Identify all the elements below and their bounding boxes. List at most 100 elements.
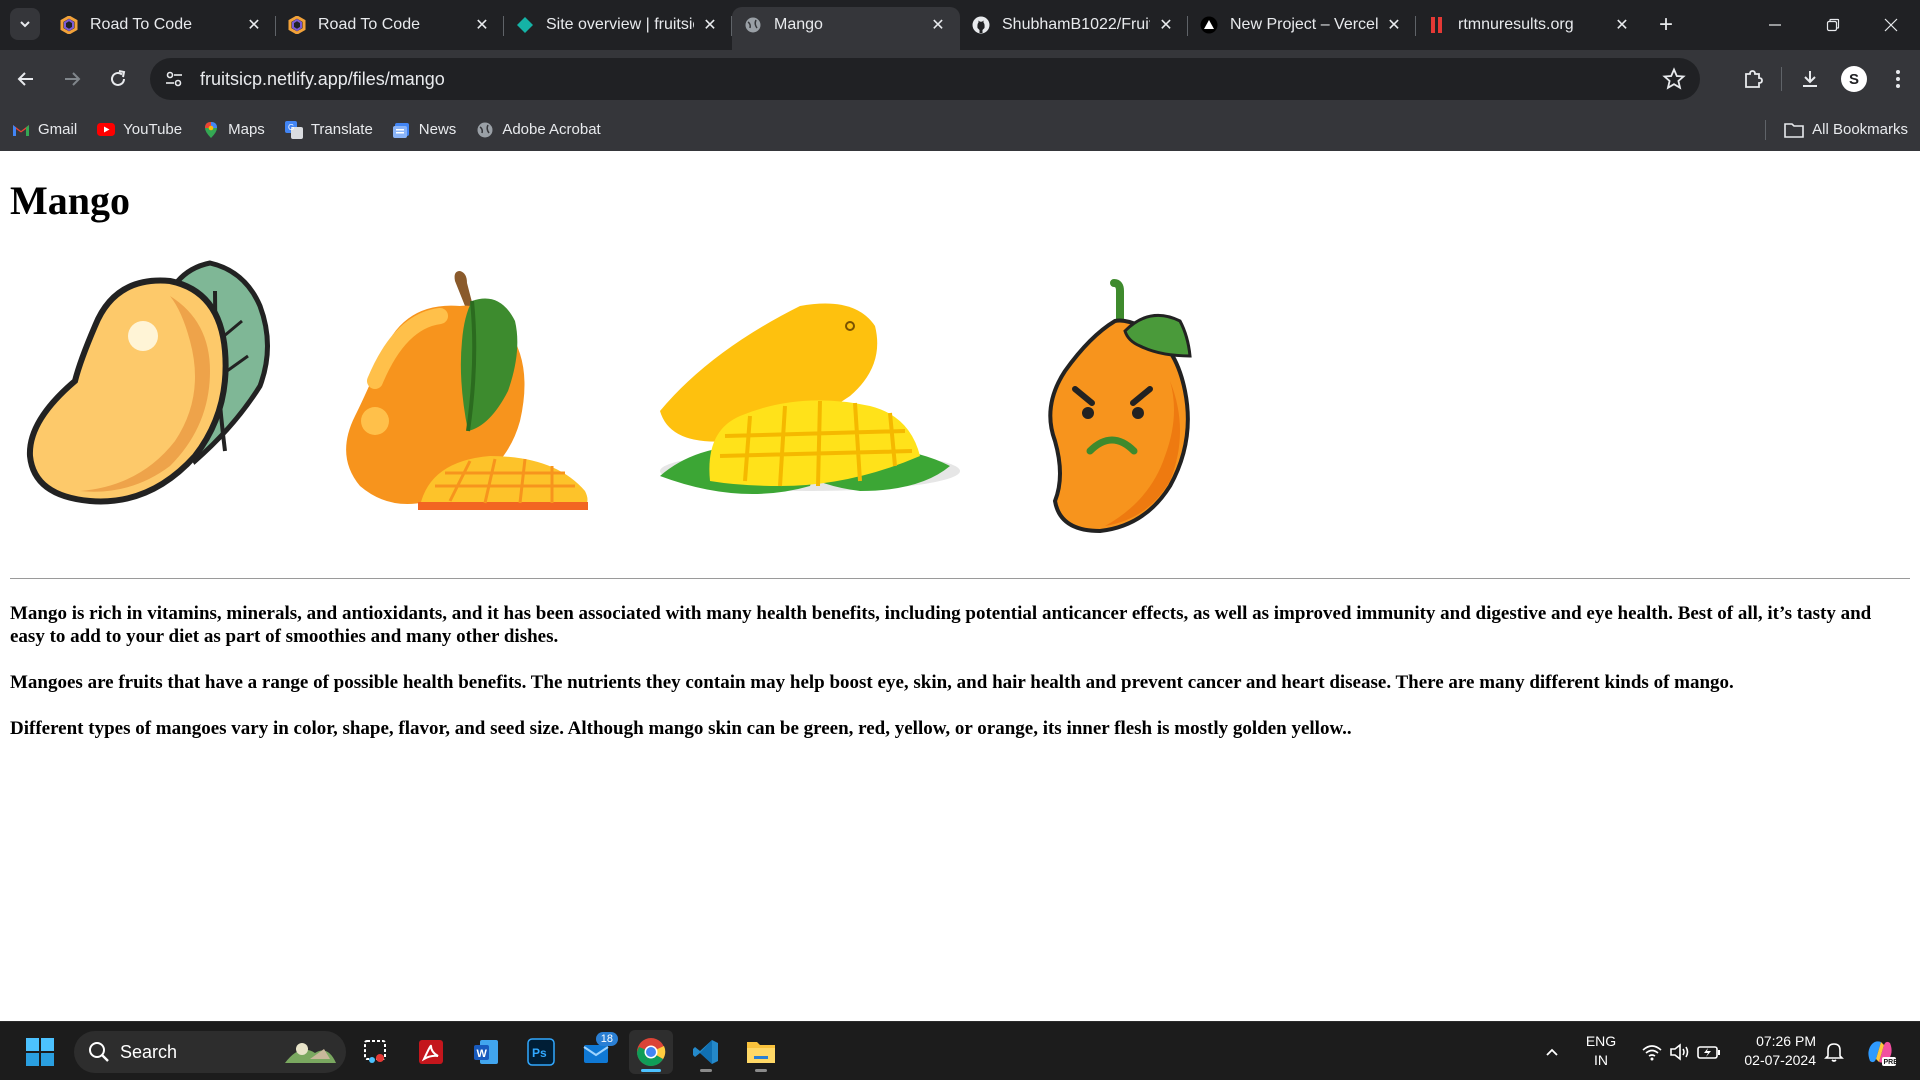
close-icon[interactable]: ✕ xyxy=(1612,15,1632,35)
taskbar-mail[interactable]: 18 xyxy=(574,1030,618,1074)
avatar: S xyxy=(1841,66,1867,92)
taskbar-chrome[interactable] xyxy=(629,1030,673,1074)
plus-icon: + xyxy=(1658,11,1673,38)
address-bar[interactable]: fruitsicp.netlify.app/files/mango xyxy=(150,58,1700,100)
mail-badge: 18 xyxy=(595,1032,618,1046)
profile-button[interactable]: S xyxy=(1832,57,1876,101)
hexagon-icon xyxy=(60,16,78,34)
translate-icon: G xyxy=(284,120,303,139)
bookmark-gmail[interactable]: Gmail xyxy=(12,121,77,139)
tab-rtmnuresults[interactable]: rtmnuresults.org ✕ xyxy=(1416,7,1644,43)
tab-title: Road To Code xyxy=(318,16,420,33)
bookmark-star-icon[interactable] xyxy=(1662,67,1686,91)
svg-text:G: G xyxy=(288,123,294,132)
tab-vercel[interactable]: New Project – Vercel ✕ xyxy=(1188,7,1416,43)
site-info-icon[interactable] xyxy=(162,67,186,91)
tab-title: Road To Code xyxy=(90,16,192,33)
close-icon[interactable]: ✕ xyxy=(928,15,948,35)
forward-button[interactable] xyxy=(52,59,92,99)
taskbar-acrobat[interactable] xyxy=(409,1030,453,1074)
taskbar-word[interactable]: W xyxy=(464,1030,508,1074)
bookmark-youtube[interactable]: YouTube xyxy=(97,121,182,139)
chevron-down-icon xyxy=(20,21,30,28)
menu-button[interactable] xyxy=(1876,57,1920,101)
tab-road-to-code-2[interactable]: Road To Code ✕ xyxy=(276,7,504,43)
clock-time: 07:26 PM xyxy=(1756,1033,1816,1049)
bars-icon xyxy=(1428,16,1446,34)
restore-button[interactable] xyxy=(1804,0,1862,50)
photoshop-icon: Ps xyxy=(527,1038,555,1066)
all-bookmarks-button[interactable]: All Bookmarks xyxy=(1765,108,1908,151)
tab-road-to-code-1[interactable]: Road To Code ✕ xyxy=(48,7,276,43)
bookmark-label: YouTube xyxy=(123,121,183,138)
close-icon[interactable]: ✕ xyxy=(700,15,720,35)
puzzle-icon xyxy=(1745,70,1763,88)
language-code: ENG xyxy=(1585,1033,1617,1049)
close-window-button[interactable] xyxy=(1862,0,1920,50)
bookmark-label: Gmail xyxy=(38,121,78,138)
tab-mango[interactable]: Mango ✕ xyxy=(732,7,960,50)
taskbar-vscode[interactable] xyxy=(684,1030,728,1074)
bookmark-news[interactable]: News xyxy=(392,121,457,139)
taskbar-snipping-tool[interactable] xyxy=(354,1030,398,1074)
globe-icon xyxy=(476,121,494,139)
tab-title: Mango xyxy=(774,16,823,33)
tab-search-button[interactable] xyxy=(10,8,40,40)
close-icon[interactable]: ✕ xyxy=(1156,15,1176,35)
quick-settings-button[interactable] xyxy=(1636,1030,1726,1074)
minimize-icon xyxy=(1769,24,1781,26)
language-indicator[interactable]: ENG IN xyxy=(1580,1032,1622,1070)
web-page: Mango Mango is rich in vitamins, mineral… xyxy=(0,151,1920,1021)
tab-title: rtmnuresults.org xyxy=(1458,16,1574,33)
tab-github[interactable]: ShubhamB1022/Fruit ✕ xyxy=(960,7,1188,43)
bookmark-adobe-acrobat[interactable]: Adobe Acrobat xyxy=(476,121,601,139)
bookmark-translate[interactable]: G Translate xyxy=(284,120,373,139)
search-label: Search xyxy=(120,1041,178,1062)
close-icon[interactable]: ✕ xyxy=(1384,15,1404,35)
close-icon[interactable]: ✕ xyxy=(472,15,492,35)
tab-site-overview[interactable]: Site overview | fruitsic ✕ xyxy=(504,7,732,43)
bookmark-maps[interactable]: Maps xyxy=(202,121,265,139)
all-bookmarks-label: All Bookmarks xyxy=(1812,121,1908,138)
copilot-button[interactable]: PRE xyxy=(1858,1030,1902,1074)
taskbar-search[interactable]: Search xyxy=(74,1031,346,1073)
region-code: IN xyxy=(1594,1052,1608,1068)
show-hidden-icons-button[interactable] xyxy=(1530,1030,1574,1074)
running-app-indicator xyxy=(755,1069,767,1072)
taskbar-file-explorer[interactable] xyxy=(739,1030,783,1074)
toolbar-separator xyxy=(1781,67,1782,91)
close-icon[interactable]: ✕ xyxy=(244,15,264,35)
gmail-icon xyxy=(12,121,30,139)
clock[interactable]: 07:26 PM 02-07-2024 xyxy=(1730,1032,1816,1070)
downloads-button[interactable] xyxy=(1788,57,1832,101)
tab-strip: Road To Code ✕ Road To Code ✕ Site overv… xyxy=(0,0,1920,50)
page-title: Mango xyxy=(10,178,130,223)
start-button[interactable] xyxy=(18,1030,62,1074)
vscode-icon xyxy=(693,1040,718,1064)
toolbar-actions: S xyxy=(1731,50,1920,108)
url-text[interactable]: fruitsicp.netlify.app/files/mango xyxy=(200,69,445,90)
minimize-button[interactable] xyxy=(1746,0,1804,50)
folder-icon xyxy=(747,1042,775,1063)
restore-icon xyxy=(1826,18,1840,32)
angry-mango-image xyxy=(1048,279,1192,534)
netlify-icon xyxy=(516,16,534,34)
bookmark-label: News xyxy=(418,121,457,138)
bookmark-label: Adobe Acrobat xyxy=(502,121,601,138)
search-highlight-icon xyxy=(285,1043,336,1063)
vercel-icon xyxy=(1200,16,1218,34)
divider xyxy=(10,578,1910,579)
notifications-button[interactable] xyxy=(1812,1030,1856,1074)
reload-button[interactable] xyxy=(98,59,138,99)
volume-icon xyxy=(1670,1043,1689,1061)
back-button[interactable] xyxy=(6,59,46,99)
hexagon-icon xyxy=(288,16,306,34)
mango-with-leaf-image xyxy=(26,260,270,505)
clock-date: 02-07-2024 xyxy=(1744,1052,1816,1068)
arrow-left-icon xyxy=(17,72,33,86)
new-tab-button[interactable]: + xyxy=(1648,7,1684,43)
extensions-button[interactable] xyxy=(1731,57,1775,101)
taskbar-photoshop[interactable]: Ps xyxy=(519,1030,563,1074)
taskbar: Search W Ps 18 ENG IN 07:26 PM 02-07-202… xyxy=(0,1021,1920,1080)
word-icon: W xyxy=(474,1040,498,1064)
